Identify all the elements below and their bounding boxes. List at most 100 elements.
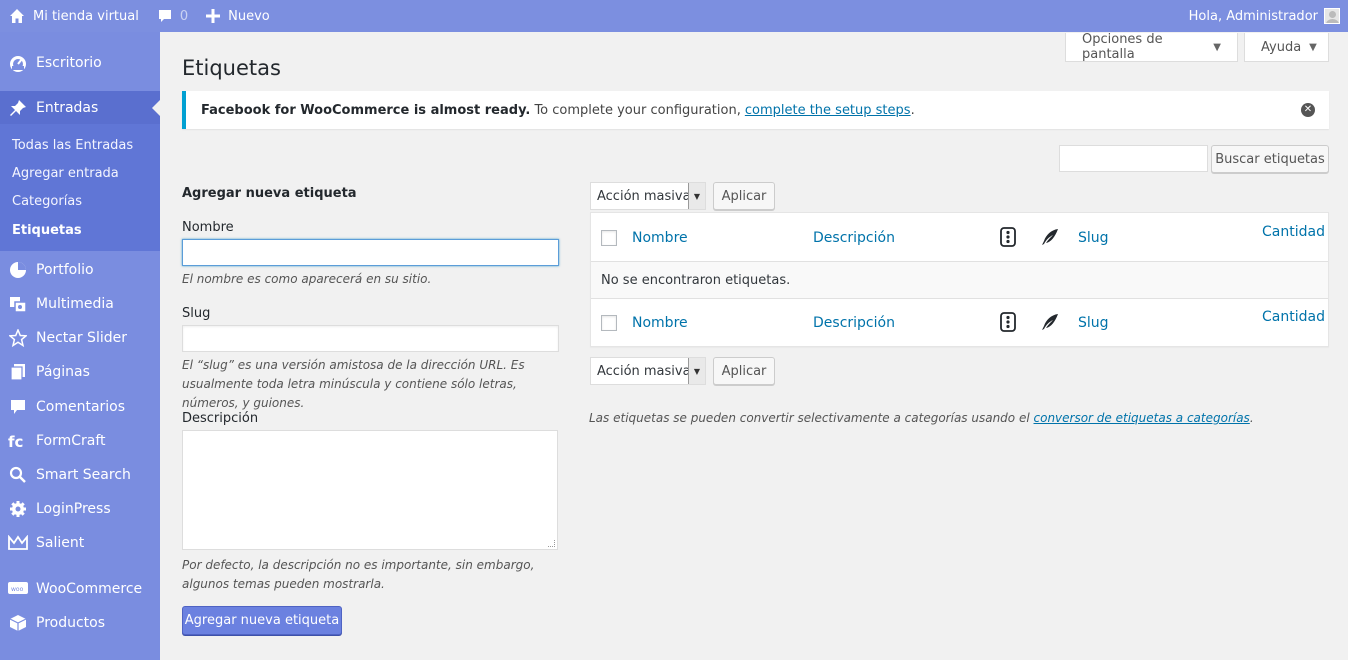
sidebar-item-salient[interactable]: Salient <box>0 526 160 560</box>
tag-description-textarea[interactable] <box>182 430 558 550</box>
sidebar-item-label: Portfolio <box>36 262 94 278</box>
table-header-row: Nombre Descripción Slug Cantidad <box>591 213 1328 262</box>
search-tags-button[interactable]: Buscar etiquetas <box>1211 145 1329 173</box>
sidebar-item-comentarios[interactable]: Comentarios <box>0 390 160 424</box>
entradas-submenu: Todas las Entradas Agregar entrada Categ… <box>0 124 160 251</box>
greeting: Hola, Administrador <box>1188 8 1318 24</box>
sidebar-item-label: FormCraft <box>36 433 106 449</box>
select-all-checkbox-footer[interactable] <box>601 315 617 331</box>
new-content-link[interactable]: Nuevo <box>198 0 280 32</box>
footnote-end: . <box>1249 411 1254 425</box>
sidebar-item-nectar-slider[interactable]: Nectar Slider <box>0 321 160 355</box>
bulk-action-select-bottom[interactable]: Acción masiva ▼ <box>590 357 706 385</box>
sidebar-item-woocommerce[interactable]: woo WooCommerce <box>0 572 160 606</box>
traffic-light-icon <box>1000 227 1016 251</box>
gear-icon <box>0 500 36 518</box>
tag-slug-input[interactable] <box>182 325 559 352</box>
add-new-tag-button[interactable]: Agregar nueva etiqueta <box>182 606 342 635</box>
dismiss-icon[interactable]: ✕ <box>1301 103 1315 117</box>
notice-setup-link[interactable]: complete the setup steps <box>745 103 911 118</box>
sidebar-item-label: Productos <box>36 615 106 631</box>
submenu-item-categorias[interactable]: Categorías <box>12 194 82 209</box>
sidebar-item-label: Salient <box>36 535 85 551</box>
column-description-footer[interactable]: Descripción <box>813 315 895 331</box>
sidebar-item-label: Entradas <box>36 100 99 116</box>
sidebar-item-loginpress[interactable]: LoginPress <box>0 492 160 526</box>
column-name-footer[interactable]: Nombre <box>632 315 688 331</box>
sidebar-item-entradas[interactable]: Entradas <box>0 91 160 125</box>
submenu-item-agregar[interactable]: Agregar entrada <box>12 166 119 181</box>
select-all-checkbox[interactable] <box>601 230 617 246</box>
woo-icon: woo <box>0 582 36 596</box>
site-home-link[interactable]: Mi tienda virtual <box>0 0 149 32</box>
woocommerce-facebook-notice: Facebook for WooCommerce is almost ready… <box>182 91 1329 129</box>
add-tag-heading: Agregar nueva etiqueta <box>182 186 357 201</box>
dropdown-arrow-icon: ▼ <box>688 183 705 209</box>
table-footer-row: Nombre Descripción Slug Cantidad <box>591 298 1328 346</box>
sidebar-item-multimedia[interactable]: Multimedia <box>0 287 160 321</box>
comments-count: 0 <box>179 8 189 24</box>
portfolio-icon <box>0 261 36 279</box>
tag-converter-note: Las etiquetas se pueden convertir select… <box>589 411 1254 425</box>
sidebar-item-label: Comentarios <box>36 399 126 415</box>
name-label: Nombre <box>182 220 234 235</box>
description-label: Descripción <box>182 411 259 426</box>
bulk-action-select-top[interactable]: Acción masiva ▼ <box>590 182 706 210</box>
pin-icon <box>0 99 36 117</box>
comments-link[interactable]: 0 <box>149 0 198 32</box>
sidebar-item-label: Escritorio <box>36 55 102 71</box>
sidebar-item-label: Páginas <box>36 364 90 380</box>
pages-icon <box>0 363 36 381</box>
svg-text:woo: woo <box>11 586 24 593</box>
notice-bold-text: Facebook for WooCommerce is almost ready… <box>201 102 531 118</box>
comments-icon <box>0 398 36 416</box>
sidebar-item-label: Smart Search <box>36 467 131 483</box>
media-icon <box>0 295 36 313</box>
formcraft-icon: fc <box>0 432 36 450</box>
column-slug-footer[interactable]: Slug <box>1078 315 1109 331</box>
sidebar-item-label: Nectar Slider <box>36 330 127 346</box>
sidebar-item-portfolio[interactable]: Portfolio <box>0 253 160 287</box>
account-menu[interactable]: Hola, Administrador <box>1181 0 1348 32</box>
page-title: Etiquetas <box>182 56 281 80</box>
submenu-item-etiquetas[interactable]: Etiquetas <box>12 223 82 238</box>
tags-table: Nombre Descripción Slug Cantidad No se e… <box>590 212 1329 347</box>
apply-button-top[interactable]: Aplicar <box>713 182 775 210</box>
help-label: Ayuda <box>1261 39 1302 55</box>
column-name[interactable]: Nombre <box>632 230 688 246</box>
tag-search-input[interactable] <box>1059 145 1208 172</box>
star-icon <box>0 329 36 347</box>
no-items-row: No se encontraron etiquetas. <box>591 262 1328 298</box>
submenu-item-todas[interactable]: Todas las Entradas <box>12 138 133 153</box>
description-help-text: Por defecto, la descripción no es import… <box>182 558 535 591</box>
name-help-text: El nombre es como aparecerá en su sitio. <box>182 272 432 286</box>
screen-options-button[interactable]: Opciones de pantalla ▼ <box>1065 32 1238 62</box>
sidebar-item-paginas[interactable]: Páginas <box>0 355 160 389</box>
sidebar-item-formcraft[interactable]: fc FormCraft <box>0 424 160 458</box>
help-button[interactable]: Ayuda ▼ <box>1244 33 1329 62</box>
tag-name-input[interactable] <box>182 239 559 266</box>
column-count[interactable]: Cantidad <box>1262 224 1325 240</box>
sidebar-item-productos[interactable]: Productos <box>0 606 160 640</box>
slug-help-text: El “slug” es una versión amistosa de la … <box>182 358 525 410</box>
bulk-action-value: Acción masiva <box>597 188 691 204</box>
sidebar-item-label: Multimedia <box>36 296 114 312</box>
tag-converter-link[interactable]: conversor de etiquetas a categorías <box>1034 411 1250 425</box>
svg-text:fc: fc <box>8 433 23 450</box>
plus-icon <box>206 9 221 23</box>
column-count-footer[interactable]: Cantidad <box>1262 309 1325 325</box>
column-slug[interactable]: Slug <box>1078 230 1109 246</box>
column-description[interactable]: Descripción <box>813 230 895 246</box>
caret-down-icon: ▼ <box>1213 41 1221 53</box>
sidebar-item-escritorio[interactable]: Escritorio <box>0 46 160 80</box>
sidebar-item-label: LoginPress <box>36 501 111 517</box>
bulk-action-value: Acción masiva <box>597 363 691 379</box>
home-icon <box>9 8 25 24</box>
apply-button-bottom[interactable]: Aplicar <box>713 357 775 385</box>
feather-icon <box>1041 228 1059 250</box>
comment-bubble-icon <box>157 8 173 24</box>
slug-label: Slug <box>182 306 211 321</box>
feather-icon <box>1041 313 1059 335</box>
sidebar-item-smart-search[interactable]: Smart Search <box>0 458 160 492</box>
dashboard-icon <box>0 54 36 72</box>
